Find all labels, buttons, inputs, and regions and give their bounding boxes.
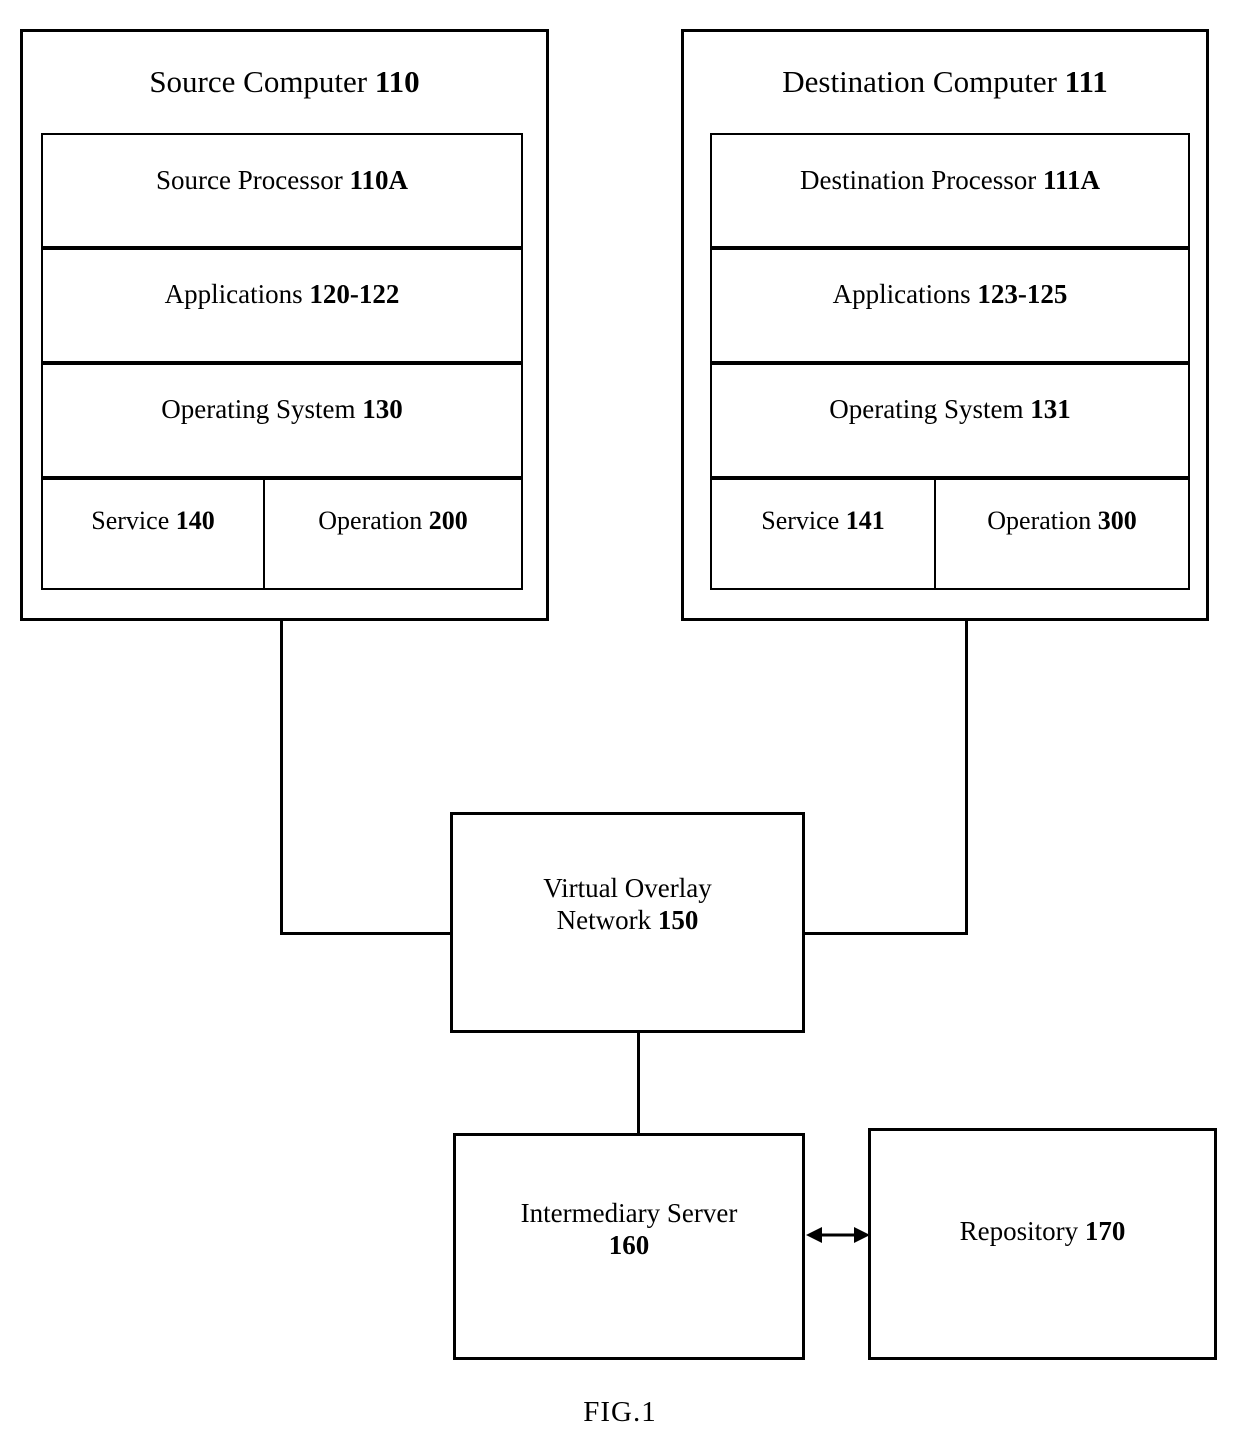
server-repository-double-arrow bbox=[806, 1218, 870, 1252]
destination-computer-title-text: Destination Computer bbox=[782, 64, 1057, 99]
virtual-overlay-network-line2-text: Network bbox=[556, 904, 652, 935]
virtual-overlay-network-label: Virtual Overlay Network 150 bbox=[450, 873, 805, 937]
intermediary-server-line1: Intermediary Server bbox=[520, 1198, 738, 1228]
destination-operating-system-text: Operating System bbox=[829, 394, 1024, 424]
source-applications-text: Applications bbox=[164, 279, 303, 309]
source-service-label: Service 140 bbox=[41, 506, 265, 537]
source-operation-number: 200 bbox=[428, 506, 468, 535]
destination-service-text: Service bbox=[761, 506, 840, 535]
source-processor-number: 110A bbox=[349, 165, 408, 195]
patent-figure-1: Source Computer 110 Source Processor 110… bbox=[0, 0, 1240, 1443]
destination-applications-text: Applications bbox=[832, 279, 971, 309]
source-operating-system-label: Operating System 130 bbox=[41, 394, 523, 426]
destination-processor-label: Destination Processor 111A bbox=[710, 165, 1190, 197]
virtual-overlay-network-number: 150 bbox=[657, 904, 699, 935]
source-processor-text: Source Processor bbox=[156, 165, 343, 195]
double-arrow-icon bbox=[806, 1227, 870, 1243]
repository-text: Repository bbox=[959, 1216, 1079, 1246]
source-computer-title-text: Source Computer bbox=[149, 64, 368, 99]
destination-applications-label: Applications 123-125 bbox=[710, 279, 1190, 311]
figure-caption: FIG.1 bbox=[583, 1396, 657, 1428]
connector-destination-vertical bbox=[965, 621, 968, 935]
destination-operation-number: 300 bbox=[1097, 506, 1137, 535]
connector-network-to-server bbox=[637, 1033, 640, 1133]
destination-service-label: Service 141 bbox=[710, 506, 936, 537]
source-service-text: Service bbox=[91, 506, 170, 535]
destination-applications-number: 123-125 bbox=[977, 279, 1068, 309]
destination-processor-number: 111A bbox=[1042, 165, 1100, 195]
intermediary-server-number: 160 bbox=[608, 1229, 650, 1260]
destination-computer-title: Destination Computer 111 bbox=[681, 64, 1209, 101]
connector-source-horizontal bbox=[280, 932, 453, 935]
source-computer-title: Source Computer 110 bbox=[20, 64, 549, 101]
repository-label: Repository 170 bbox=[868, 1216, 1217, 1248]
destination-operating-system-label: Operating System 131 bbox=[710, 394, 1190, 426]
source-processor-label: Source Processor 110A bbox=[41, 165, 523, 197]
source-applications-label: Applications 120-122 bbox=[41, 279, 523, 311]
connector-source-vertical bbox=[280, 621, 283, 935]
repository-number: 170 bbox=[1084, 1216, 1126, 1246]
intermediary-server-label: Intermediary Server 160 bbox=[453, 1198, 805, 1262]
destination-processor-text: Destination Processor bbox=[800, 165, 1037, 195]
destination-operation-text: Operation bbox=[987, 506, 1092, 535]
source-applications-number: 120-122 bbox=[309, 279, 400, 309]
destination-operating-system-number: 131 bbox=[1030, 394, 1071, 424]
source-operation-label: Operation 200 bbox=[263, 506, 523, 537]
source-operating-system-number: 130 bbox=[362, 394, 403, 424]
virtual-overlay-network-line1: Virtual Overlay bbox=[543, 873, 712, 903]
connector-destination-horizontal bbox=[803, 932, 968, 935]
source-operation-text: Operation bbox=[318, 506, 423, 535]
destination-service-number: 141 bbox=[845, 506, 885, 535]
source-computer-title-number: 110 bbox=[374, 64, 420, 99]
destination-computer-title-number: 111 bbox=[1064, 64, 1108, 99]
source-operating-system-text: Operating System bbox=[161, 394, 356, 424]
source-service-number: 140 bbox=[175, 506, 215, 535]
destination-operation-label: Operation 300 bbox=[934, 506, 1190, 537]
